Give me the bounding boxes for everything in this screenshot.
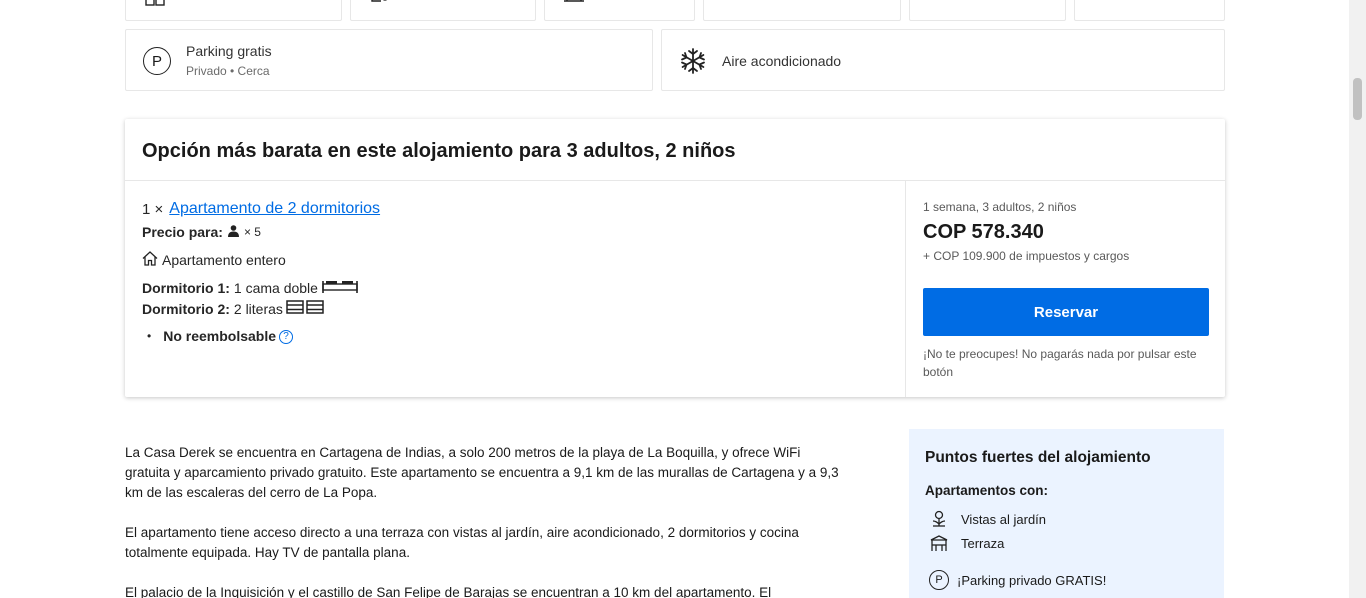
- bedroom-2-line: Dormitorio 2: 2 literas: [142, 300, 324, 317]
- facility-icon: [722, 0, 744, 7]
- highlight-label: Terraza: [961, 535, 1005, 551]
- highlights-subtitle: Apartamentos con:: [925, 483, 1049, 498]
- facility-parking-subtitle: Privado • Cerca: [186, 64, 270, 78]
- reserve-button[interactable]: Reservar: [923, 288, 1209, 336]
- house-icon: [142, 251, 158, 269]
- info-icon[interactable]: ?: [279, 330, 294, 344]
- stay-summary: 1 semana, 3 adultos, 2 niños: [923, 200, 1077, 214]
- facility-icon: [1093, 0, 1115, 7]
- double-bed-icon: [322, 279, 358, 296]
- facility-icon: [369, 0, 391, 7]
- bunk-bed-icon: [306, 300, 324, 317]
- parking-icon: P: [929, 570, 949, 590]
- cheapest-option-card: Opción más barata en este alojamiento pa…: [125, 119, 1225, 397]
- snowflake-icon: [678, 46, 708, 76]
- bedroom-2-value: 2 literas: [233, 300, 283, 317]
- facility-parking: P Parking gratis Privado • Cerca: [125, 29, 653, 91]
- bedroom-1-label: Dormitorio 1:: [142, 279, 230, 296]
- property-type: Apartamento entero: [162, 252, 286, 268]
- cheapest-option-heading: Opción más barata en este alojamiento pa…: [125, 119, 1225, 181]
- description-paragraph-1: La Casa Derek se encuentra en Cartagena …: [125, 445, 839, 500]
- facility-card-top-4: [703, 0, 901, 21]
- bedroom-2-label: Dormitorio 2:: [142, 300, 230, 317]
- bedroom-1-line: Dormitorio 1: 1 cama doble: [142, 279, 358, 296]
- facility-ac: Aire acondicionado: [661, 29, 1225, 91]
- property-highlights: Puntos fuertes del alojamiento Apartamen…: [909, 429, 1224, 598]
- facility-card-top-3: [544, 0, 695, 21]
- facility-icon: [928, 0, 950, 7]
- bullet: •: [147, 328, 152, 343]
- page-scrollbar[interactable]: [1349, 0, 1366, 598]
- facility-card-top-5: [909, 0, 1066, 21]
- highlight-item: Vistas al jardín: [929, 509, 1046, 529]
- facility-card-top-2: [350, 0, 536, 21]
- highlight-parking: P ¡Parking privado GRATIS!: [929, 570, 1106, 590]
- highlight-label: Vistas al jardín: [961, 511, 1047, 527]
- price: COP 578.340: [923, 221, 1044, 243]
- bunk-bed-icon: [286, 300, 304, 317]
- facility-card-top-1: [125, 0, 342, 21]
- facility-parking-title: Parking gratis: [186, 43, 272, 59]
- room-details: 1 × Apartamento de 2 dormitorios Precio …: [125, 181, 906, 397]
- property-type-line: Apartamento entero: [142, 251, 286, 269]
- scrollbar-thumb[interactable]: [1353, 78, 1362, 120]
- facility-icon: [563, 0, 585, 7]
- highlight-parking-label: ¡Parking privado GRATIS!: [957, 572, 1107, 588]
- guest-count: × 5: [243, 225, 261, 239]
- bedroom-1-value: 1 cama doble: [233, 279, 318, 296]
- room-line: 1 × Apartamento de 2 dormitorios: [142, 200, 380, 218]
- parking-icon: P: [142, 46, 172, 76]
- facility-icon: [144, 0, 166, 7]
- room-quantity: 1 ×: [142, 200, 164, 218]
- description-paragraph-3: El palacio de la Inquisición y el castil…: [125, 585, 772, 598]
- reassurance-note: ¡No te preocupes! No pagarás nada por pu…: [923, 347, 1197, 379]
- garden-view-icon: [929, 509, 949, 529]
- facility-ac-title: Aire acondicionado: [722, 53, 842, 69]
- room-type-link[interactable]: Apartamento de 2 dormitorios: [169, 200, 380, 218]
- highlights-title: Puntos fuertes del alojamiento: [925, 449, 1151, 466]
- price-for-line: Precio para: × 5: [142, 224, 261, 240]
- highlight-item: Terraza: [929, 533, 1004, 553]
- description-paragraph-2: El apartamento tiene acceso directo a un…: [125, 525, 799, 560]
- policy-label: No reembolsable: [163, 327, 277, 344]
- price-panel: 1 semana, 3 adultos, 2 niños COP 578.340…: [906, 181, 1225, 397]
- taxes: + COP 109.900 de impuestos y cargos: [923, 249, 1130, 263]
- terrace-icon: [929, 533, 949, 553]
- price-for-label: Precio para:: [142, 224, 223, 240]
- facility-card-top-6: [1074, 0, 1225, 21]
- policy-line: • No reembolsable ?: [147, 327, 294, 344]
- person-icon: [227, 224, 239, 240]
